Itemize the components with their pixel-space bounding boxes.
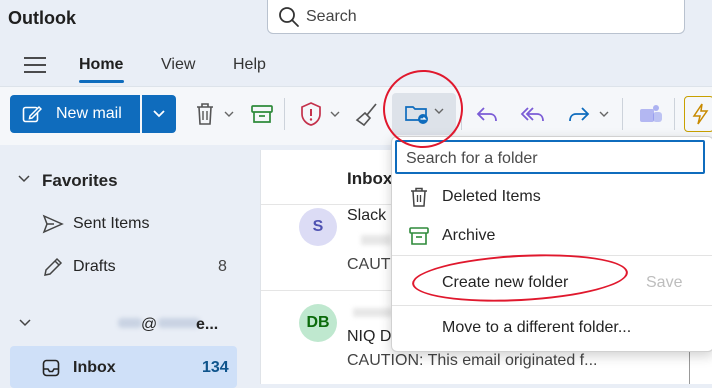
redacted-text [353, 308, 393, 317]
folder-search-input[interactable]: Search for a folder [395, 140, 705, 174]
message-preview: CAUTION: This email originated f... [347, 352, 598, 369]
account-at-sign: @ [141, 316, 158, 333]
pencil-icon [44, 257, 63, 276]
menu-divider [392, 305, 712, 306]
scrollbar-thumb[interactable] [689, 350, 709, 384]
chevron-down-icon[interactable] [599, 106, 609, 122]
search-input[interactable]: Search [267, 0, 685, 34]
redacted-text [158, 318, 200, 328]
chevron-down-icon [153, 110, 165, 118]
message-sender[interactable]: NIQ D [347, 328, 391, 346]
reply-icon[interactable] [472, 99, 502, 129]
sidebar-item-drafts[interactable]: Drafts [73, 258, 116, 276]
favorites-header[interactable]: Favorites [42, 171, 118, 191]
move-to-different-folder-button[interactable]: Move to a different folder... [442, 319, 631, 337]
inbox-count: 134 [202, 359, 229, 376]
sidebar-item-sent-items[interactable]: Sent Items [73, 215, 149, 233]
hamburger-menu-icon[interactable] [22, 55, 48, 75]
redacted-text [361, 235, 391, 245]
drafts-count: 8 [218, 258, 227, 275]
active-tab-indicator [79, 80, 124, 83]
message-sender[interactable]: Slack [347, 207, 386, 225]
chevron-down-icon[interactable] [224, 106, 234, 122]
tab-home[interactable]: Home [79, 56, 123, 74]
search-placeholder: Search [306, 8, 357, 25]
toolbar-separator [622, 98, 623, 130]
new-mail-dropdown-button[interactable] [142, 95, 176, 133]
toolbar-separator [284, 98, 285, 130]
tab-view[interactable]: View [161, 56, 195, 74]
shield-icon[interactable] [296, 99, 326, 129]
lightning-icon [692, 103, 709, 125]
trash-icon[interactable] [190, 99, 220, 129]
avatar: DB [299, 304, 337, 342]
inbox-icon [42, 359, 60, 377]
avatar: S [299, 208, 337, 246]
quick-steps-button[interactable] [684, 96, 712, 132]
chevron-down-icon[interactable] [18, 316, 32, 330]
message-list-header: Inbox [347, 169, 393, 188]
account-name[interactable]: e... [196, 316, 218, 334]
menu-item-deleted-items[interactable]: Deleted Items [442, 188, 541, 206]
inbox-label: Inbox [73, 359, 116, 376]
menu-item-archive[interactable]: Archive [442, 227, 495, 245]
app-title: Outlook [8, 8, 76, 28]
teams-icon[interactable] [636, 99, 666, 129]
archive-icon[interactable] [247, 99, 277, 129]
new-mail-button[interactable]: New mail [10, 95, 140, 133]
move-to-folder-menu: Search for a folder Deleted Items Archiv… [391, 136, 712, 352]
reply-all-icon[interactable] [518, 99, 548, 129]
redacted-text [118, 318, 142, 328]
trash-icon [411, 187, 427, 207]
archive-icon [409, 227, 429, 245]
new-mail-label: New mail [56, 105, 122, 122]
toolbar-separator [674, 98, 675, 130]
chevron-down-icon[interactable] [330, 106, 340, 122]
forward-icon[interactable] [564, 99, 594, 129]
broom-icon[interactable] [352, 99, 382, 129]
chevron-down-icon[interactable] [17, 172, 31, 186]
save-button[interactable]: Save [646, 274, 682, 292]
send-icon [42, 214, 64, 234]
search-icon [279, 7, 299, 27]
tab-help[interactable]: Help [233, 56, 266, 74]
folder-search-placeholder: Search for a folder [406, 150, 538, 167]
compose-icon [22, 105, 42, 123]
sidebar-item-inbox[interactable]: Inbox 134 [10, 346, 237, 388]
